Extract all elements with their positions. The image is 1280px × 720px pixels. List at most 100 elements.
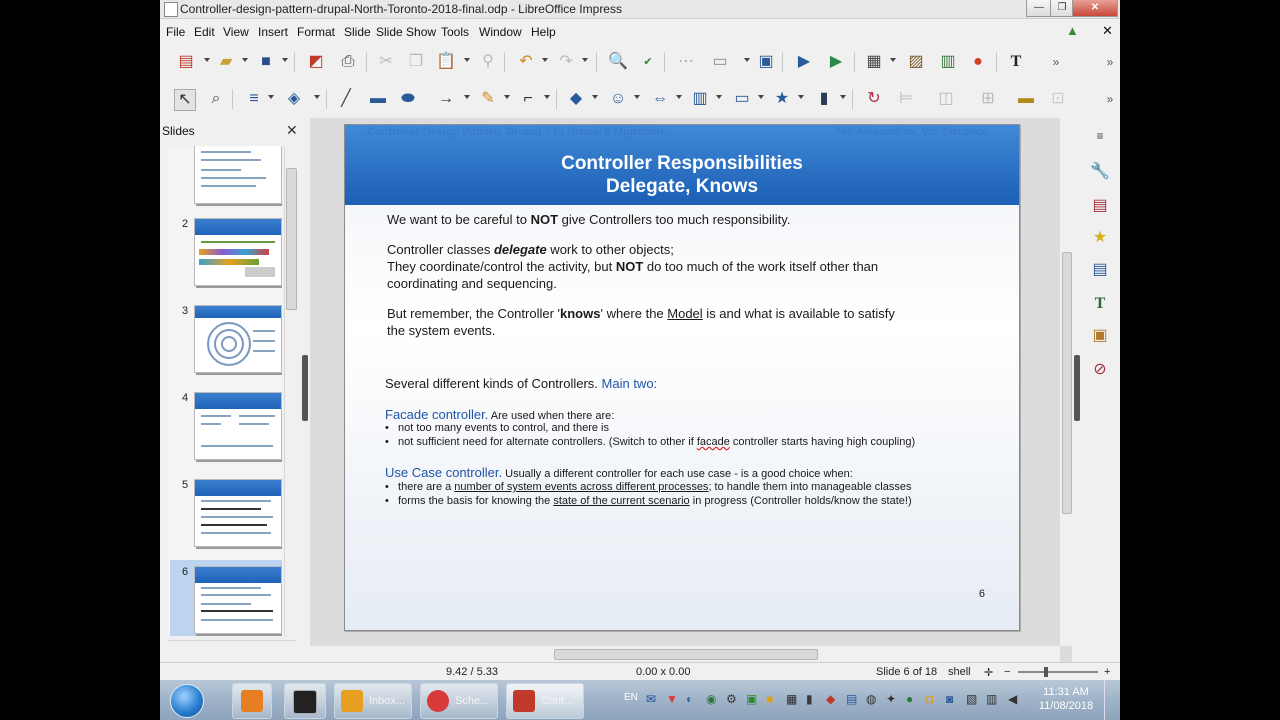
rectangle-icon[interactable]: ▬ [368, 89, 388, 109]
print-icon[interactable]: ⎙ [338, 52, 358, 72]
taskbar-terminal[interactable] [284, 683, 326, 719]
sidebar-menu-icon[interactable]: ≡ [1090, 126, 1110, 146]
connector-icon[interactable]: ⌐ [518, 89, 538, 109]
properties-icon[interactable]: 🔧 [1090, 162, 1110, 182]
copy-icon[interactable]: ❐ [406, 52, 426, 72]
slides-pane-scrollbar[interactable] [284, 146, 297, 636]
menu-view[interactable]: View [223, 25, 249, 39]
basic-shapes-icon[interactable]: ◆ [566, 89, 586, 109]
taskbar-impress[interactable]: Cont... [506, 683, 584, 719]
show-desktop-button[interactable] [1104, 680, 1119, 720]
new-dropdown-arrow[interactable] [204, 58, 210, 62]
find-replace-icon[interactable]: 🔍 [608, 52, 628, 72]
navigator-icon[interactable]: ⊘ [1090, 360, 1110, 380]
block-arrows-dropdown[interactable] [676, 95, 682, 99]
select-pointer-icon[interactable]: ↖ [174, 89, 196, 111]
fill-color-arrow[interactable] [314, 95, 320, 99]
tray-icon-17[interactable]: ▧ [966, 692, 977, 706]
edit-vertical-scroll-thumb[interactable] [1062, 252, 1072, 514]
symbol-shapes-icon[interactable]: ☺ [608, 89, 628, 109]
menu-slide-show[interactable]: Slide Show [376, 25, 436, 39]
crop-icon[interactable]: ⊡ [1048, 89, 1068, 109]
tray-icon-2[interactable]: ▼ [666, 692, 678, 706]
media-icon[interactable]: ● [968, 52, 988, 72]
slide-title-line-2[interactable]: Delegate, Knows [345, 176, 1019, 198]
slideshow-current-icon[interactable]: ▶ [826, 52, 846, 72]
new-document-icon[interactable]: ▤ [176, 52, 196, 72]
slide-transition-icon[interactable]: ▤ [1090, 260, 1110, 280]
maximize-button[interactable]: ❐ [1050, 0, 1074, 17]
slides-pane-close-button[interactable]: ✕ [286, 122, 298, 139]
sidebar-splitter[interactable] [1074, 355, 1080, 421]
volume-icon[interactable]: ◀ [1008, 692, 1017, 706]
zoom-slider-handle[interactable] [1044, 667, 1048, 677]
views-dropdown-arrow[interactable] [744, 58, 750, 62]
minimize-button[interactable]: — [1026, 0, 1052, 17]
tray-icon-1[interactable]: ✉ [646, 692, 656, 706]
align-icon[interactable]: ⊨ [896, 89, 916, 109]
flowchart-icon[interactable]: ▥ [690, 89, 710, 109]
image-icon[interactable]: ▨ [906, 52, 926, 72]
open-dropdown-arrow[interactable] [242, 58, 248, 62]
tray-icon-5[interactable]: ⚙ [726, 692, 737, 706]
menu-slide[interactable]: Slide [344, 25, 371, 39]
paste-dropdown-arrow[interactable] [464, 58, 470, 62]
stars-icon[interactable]: ★ [772, 89, 792, 109]
3d-objects-dropdown[interactable] [840, 95, 846, 99]
arrow-line-icon[interactable]: → [436, 89, 456, 109]
close-window-button[interactable]: ✕ [1072, 0, 1118, 17]
menu-edit[interactable]: Edit [194, 25, 215, 39]
start-slideshow-icon[interactable]: ▶ [794, 52, 814, 72]
menu-file[interactable]: File [166, 25, 185, 39]
table-dropdown-arrow[interactable] [890, 58, 896, 62]
tray-icon-6[interactable]: ▣ [746, 692, 757, 706]
open-folder-icon[interactable]: ▰ [216, 52, 236, 72]
chart-icon[interactable]: ▥ [938, 52, 958, 72]
tray-icon-11[interactable]: ▤ [846, 692, 857, 706]
export-pdf-icon[interactable]: ◩ [306, 52, 326, 72]
menu-window[interactable]: Window [479, 25, 522, 39]
slide-body-text[interactable]: We want to be careful to NOT give Contro… [345, 205, 1019, 630]
slide-canvas[interactable]: Controller Design Pattern. Drupal 7 to D… [344, 124, 1020, 631]
save-icon[interactable]: ■ [256, 52, 276, 72]
master-slide-icon[interactable]: ▣ [756, 52, 776, 72]
taskbar-thunderbird[interactable]: Inbox... [334, 683, 412, 719]
taskbar-clock[interactable]: 11:31 AM 11/08/2018 [1038, 685, 1094, 713]
line-color-arrow[interactable] [268, 95, 274, 99]
spelling-icon[interactable]: ✔ [638, 52, 658, 72]
display-views-icon[interactable]: ▭ [710, 52, 730, 72]
zoom-icon[interactable]: ⌕ [206, 89, 226, 109]
paste-icon[interactable]: 📋 [436, 52, 456, 72]
slide-thumbnail-2[interactable] [194, 218, 282, 286]
master-slides-icon[interactable]: ▤ [1090, 196, 1110, 216]
curve-icon[interactable]: ✎ [478, 89, 498, 109]
menu-insert[interactable]: Insert [258, 25, 288, 39]
slide-thumbnail-6[interactable] [194, 566, 282, 634]
tray-icon-15[interactable]: ◘ [926, 692, 933, 706]
basic-shapes-dropdown[interactable] [592, 95, 598, 99]
edit-horizontal-scroll-thumb[interactable] [554, 649, 818, 660]
tray-icon-7[interactable]: ■ [766, 692, 773, 706]
line-tool-icon[interactable]: ╱ [336, 89, 356, 109]
line-color-icon[interactable]: ≡ [244, 89, 264, 109]
undo-icon[interactable]: ↶ [516, 52, 536, 72]
tray-icon-3[interactable]: ◐ [686, 692, 693, 706]
close-document-button[interactable]: ✕ [1102, 23, 1113, 39]
tray-icon-16[interactable]: ◙ [946, 692, 953, 706]
master-slide-name[interactable]: shell [948, 666, 971, 678]
zoom-in-button[interactable]: + [1104, 666, 1110, 678]
language-indicator[interactable]: EN [624, 692, 638, 703]
update-notification-icon[interactable]: ▲ [1066, 23, 1079, 38]
edit-vertical-scrollbar[interactable] [1060, 118, 1072, 646]
undo-dropdown-arrow[interactable] [542, 58, 548, 62]
distribute-icon[interactable]: ⊞ [978, 89, 998, 109]
menu-help[interactable]: Help [531, 25, 556, 39]
slides-pane-scroll-thumb[interactable] [286, 168, 297, 310]
slide-thumbnail-5[interactable] [194, 479, 282, 547]
tray-icon-4[interactable]: ◉ [706, 692, 716, 706]
slide-title-line-1[interactable]: Controller Responsibilities [345, 153, 1019, 175]
callouts-dropdown[interactable] [758, 95, 764, 99]
block-arrows-icon[interactable]: ⇔ [650, 89, 670, 109]
animation-icon[interactable]: ★ [1090, 228, 1110, 248]
slides-pane-splitter[interactable] [302, 355, 308, 421]
